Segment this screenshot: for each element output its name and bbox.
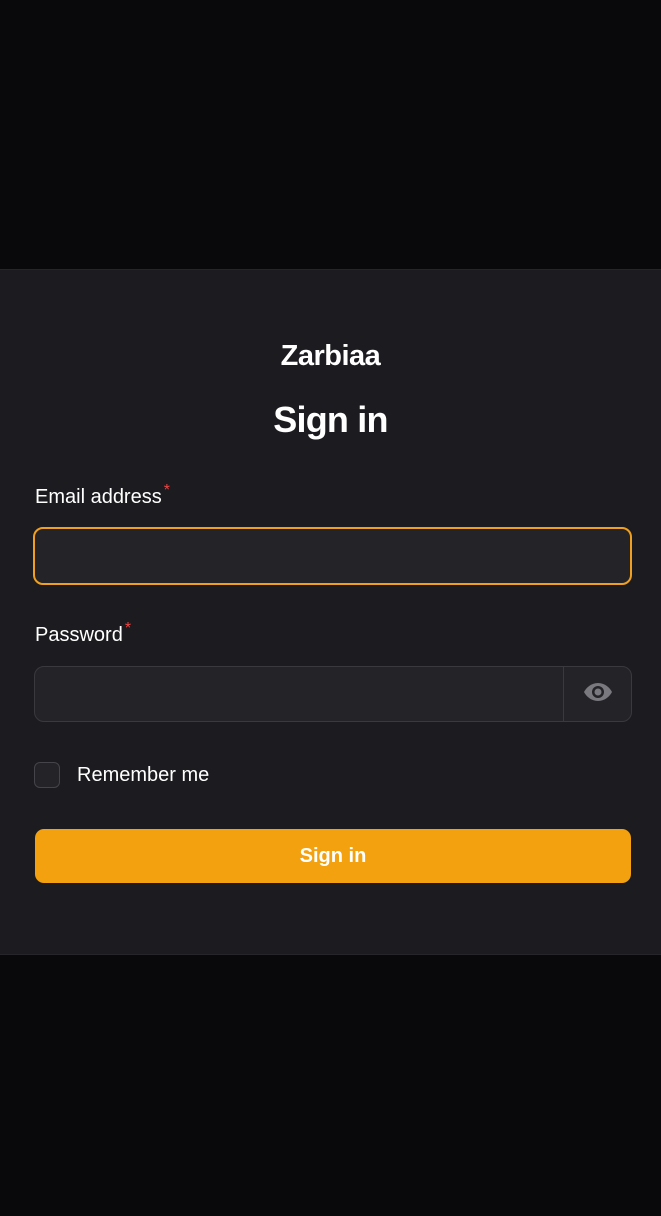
sign-in-card: Zarbiaa Sign in Email address * Password *… bbox=[0, 269, 661, 955]
page-title: Sign in bbox=[273, 399, 388, 440]
sign-in-button[interactable]: Sign in bbox=[35, 829, 631, 883]
remember-me-label[interactable]: Remember me bbox=[77, 762, 209, 788]
email-required-mark: * bbox=[163, 482, 170, 499]
email-label-text: Email address bbox=[35, 486, 162, 508]
remember-me-checkbox[interactable] bbox=[34, 762, 60, 788]
brand-name: Zarbiaa bbox=[280, 340, 381, 372]
email-label: Email address * bbox=[35, 482, 170, 509]
eye-icon bbox=[583, 681, 613, 708]
password-field[interactable] bbox=[35, 667, 565, 721]
password-label-text: Password bbox=[35, 624, 123, 646]
password-required-mark: * bbox=[124, 620, 132, 637]
password-label: Password * bbox=[35, 620, 131, 647]
show-password-button[interactable] bbox=[563, 667, 631, 721]
password-field-group bbox=[34, 666, 632, 722]
email-field[interactable] bbox=[33, 527, 632, 585]
